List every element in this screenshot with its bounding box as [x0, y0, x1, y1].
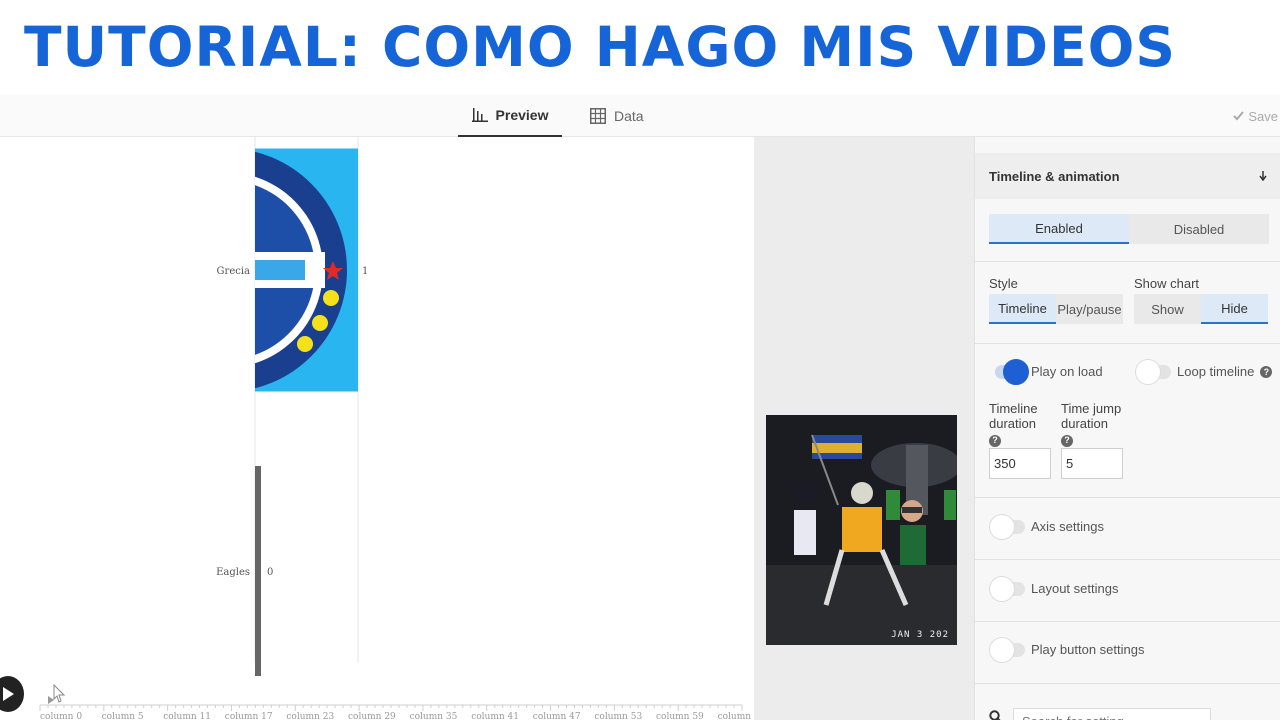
show-chart-hide-option[interactable]: Hide: [1201, 294, 1268, 324]
value-label: 0: [267, 567, 273, 578]
play-button-settings-toggle[interactable]: Play button settings: [989, 636, 1145, 663]
top-tab-bar: Preview Data Save: [0, 95, 1280, 137]
style-timeline-option[interactable]: Timeline: [989, 294, 1056, 324]
enabled-toggle-group: Enabled Disabled: [989, 214, 1269, 244]
check-icon: [1233, 111, 1245, 121]
divider: [975, 343, 1280, 344]
show-chart-option-group: Show Hide: [1134, 294, 1268, 324]
time-jump-duration-input[interactable]: [1061, 448, 1123, 479]
show-chart-label: Show chart: [1134, 276, 1200, 291]
play-button-settings-switch[interactable]: [989, 636, 1025, 663]
search-input[interactable]: [1013, 708, 1211, 720]
timeline-label: column 0: [40, 712, 82, 720]
settings-panel: Timeline & animation Enabled Disabled St…: [974, 137, 1280, 720]
timeline-label: column 47: [533, 712, 581, 720]
timeline-duration-label: Timeline duration ?: [989, 401, 1038, 447]
category-label: Eagles: [216, 567, 250, 578]
thumbnail-illustration: [766, 415, 957, 645]
timeline-label: column 41: [471, 712, 519, 720]
table-grid-icon: [590, 108, 606, 124]
save-label: Save: [1248, 108, 1278, 124]
timeline-animation-section-header[interactable]: Timeline & animation: [975, 153, 1280, 199]
chart-preview: Grecia 1 Eagles 0 column 0 column 5 column 11 c…: [0, 137, 754, 720]
banner-title: TUTORIAL: COMO HAGO MIS VIDEOS: [24, 15, 1176, 79]
play-on-load-switch[interactable]: [995, 358, 1029, 385]
thumbnail-date-stamp: JAN 3 202: [891, 630, 949, 640]
timeline-label: column 11: [163, 712, 211, 720]
layout-settings-switch[interactable]: [989, 575, 1025, 602]
loop-timeline-switch[interactable]: [1135, 358, 1171, 385]
show-chart-show-option[interactable]: Show: [1134, 294, 1201, 324]
settings-search: [975, 703, 1280, 720]
axis-settings-toggle[interactable]: Axis settings: [989, 513, 1104, 540]
time-jump-duration-label: Time jump duration ?: [1061, 401, 1122, 447]
category-label: Grecia: [217, 266, 250, 277]
layout-settings-toggle[interactable]: Layout settings: [989, 575, 1119, 602]
arrow-down-icon: [1259, 171, 1267, 181]
divider: [975, 683, 1280, 684]
tab-preview-label: Preview: [495, 107, 549, 123]
timeline-label: column 29: [348, 712, 396, 720]
timeline-label: column 5: [102, 712, 144, 720]
timeline-label: column 65: [718, 712, 754, 720]
timeline-label: column 35: [410, 712, 458, 720]
axis-settings-switch[interactable]: [989, 513, 1025, 540]
value-label: 1: [362, 266, 368, 277]
save-button[interactable]: Save: [1233, 95, 1280, 137]
tab-preview[interactable]: Preview: [458, 95, 562, 137]
axis-settings-label: Axis settings: [1031, 519, 1104, 534]
bar-chart: Grecia 1 Eagles 0 column 0 column 5 column 11 c…: [39, 137, 754, 720]
enabled-option[interactable]: Enabled: [989, 214, 1129, 244]
help-icon[interactable]: ?: [989, 434, 1001, 447]
title-banner: TUTORIAL: COMO HAGO MIS VIDEOS: [0, 0, 1280, 95]
timeline-label: column 23: [286, 712, 334, 720]
tab-data-label: Data: [614, 108, 644, 124]
help-icon[interactable]: ?: [1061, 434, 1073, 447]
loop-timeline-toggle[interactable]: Loop timeline ?: [1135, 358, 1273, 385]
tab-data[interactable]: Data: [590, 95, 660, 137]
divider: [975, 559, 1280, 560]
timeline-label: column 17: [225, 712, 273, 720]
mouse-cursor-icon: [48, 684, 66, 704]
loop-timeline-label: Loop timeline: [1177, 364, 1255, 379]
style-option-group: Timeline Play/pause: [989, 294, 1123, 324]
play-button-settings-label: Play button settings: [1031, 642, 1145, 657]
play-on-load-toggle[interactable]: Play on load: [995, 358, 1103, 385]
section-title: Timeline & animation: [989, 168, 1120, 184]
divider: [975, 497, 1280, 498]
video-thumbnail-image: JAN 3 202: [766, 415, 957, 645]
layout-settings-label: Layout settings: [1031, 581, 1119, 596]
play-on-load-label: Play on load: [1031, 364, 1103, 379]
divider: [975, 261, 1280, 262]
disabled-option[interactable]: Disabled: [1129, 214, 1269, 244]
timeline-label: column 53: [594, 712, 642, 720]
style-playpause-option[interactable]: Play/pause: [1056, 294, 1123, 324]
search-icon: [989, 710, 1001, 720]
timeline-label: column 59: [656, 712, 704, 720]
style-label: Style: [989, 276, 1018, 291]
bar-chart-icon: [471, 108, 488, 122]
play-icon: [3, 687, 14, 701]
bar-eagles: [255, 466, 261, 676]
divider: [975, 621, 1280, 622]
help-icon[interactable]: ?: [1260, 365, 1273, 378]
timeline-duration-input[interactable]: [989, 448, 1051, 479]
